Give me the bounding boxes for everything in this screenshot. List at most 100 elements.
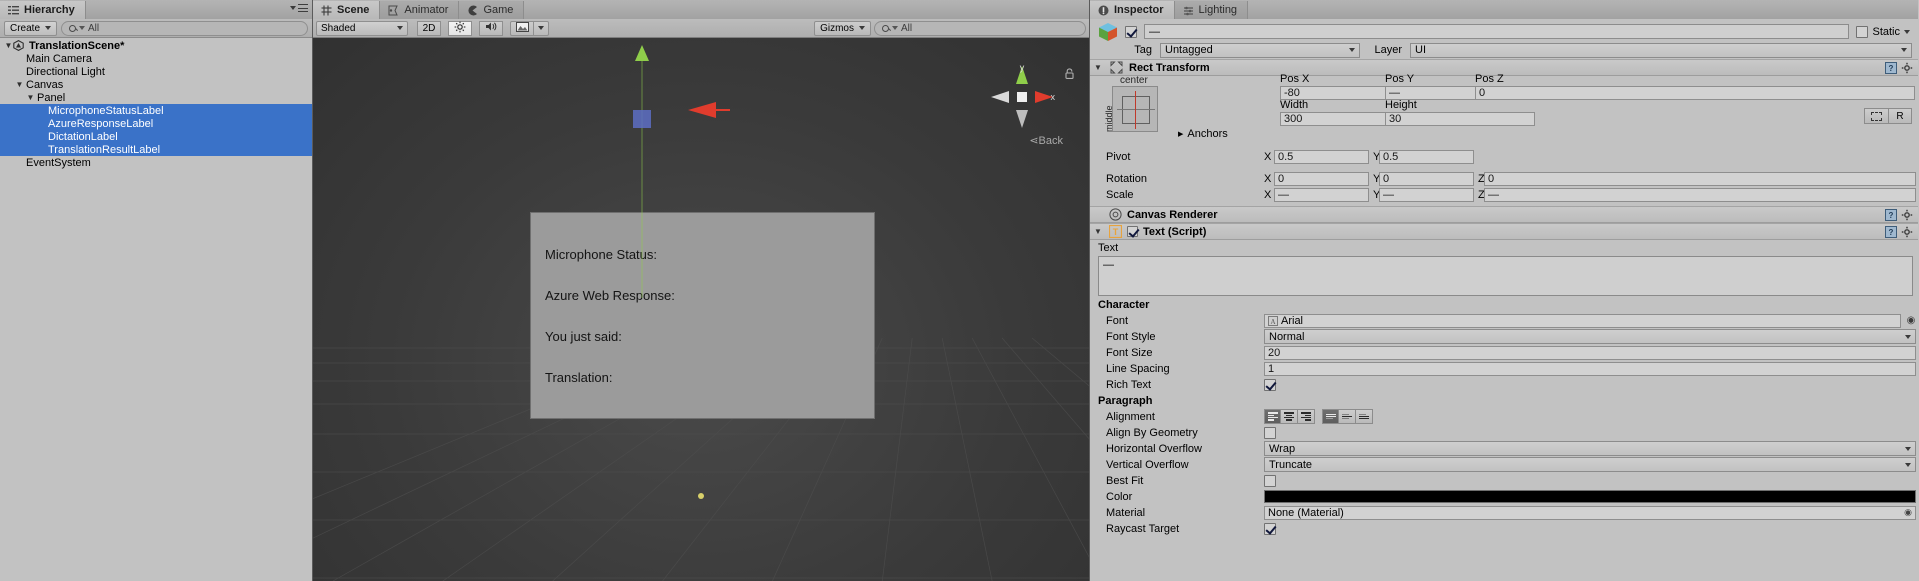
create-button[interactable]: Create (4, 20, 58, 36)
foldout-triangle-icon[interactable]: ▼ (1094, 227, 1104, 236)
move-tool-y-arrow-icon[interactable] (625, 45, 661, 81)
hierarchy-tree[interactable]: TranslationScene*Main CameraDirectional … (0, 38, 312, 581)
horizontal-alignment-group[interactable] (1264, 409, 1315, 424)
foldout-triangle-icon[interactable] (15, 80, 24, 89)
rotation-x-field[interactable]: 0 (1274, 171, 1369, 186)
hierarchy-item-main-camera[interactable]: Main Camera (0, 52, 312, 65)
font-style-dropdown[interactable]: Normal (1264, 329, 1916, 344)
chevron-down-icon (859, 26, 865, 30)
font-size-field[interactable]: 20 (1264, 345, 1916, 360)
align-top-button[interactable] (1322, 409, 1339, 424)
component-header-text-script[interactable]: ▼ T Text (Script) ? (1090, 223, 1918, 240)
static-toggle[interactable]: Static (1856, 25, 1914, 38)
rich-text-checkbox[interactable] (1264, 378, 1276, 391)
object-picker-icon[interactable]: ◉ (1904, 507, 1912, 518)
scene-axis-gizmo[interactable]: y x (989, 64, 1055, 130)
gameobject-enabled-checkbox[interactable] (1125, 25, 1137, 38)
help-icon[interactable]: ? (1885, 208, 1897, 221)
scene-audio-toggle[interactable] (479, 20, 503, 36)
raycast-target-checkbox[interactable] (1264, 522, 1276, 535)
align-bottom-button[interactable] (1356, 409, 1373, 424)
hierarchy-item-translationscene[interactable]: TranslationScene* (0, 39, 312, 52)
vertical-alignment-group[interactable] (1322, 409, 1373, 424)
gear-icon[interactable] (1901, 209, 1913, 221)
tag-dropdown[interactable]: Untagged (1160, 42, 1360, 58)
scene-lighting-toggle[interactable] (448, 20, 472, 36)
tab-scene[interactable]: Scene (313, 1, 381, 19)
scale-x-field[interactable]: — (1274, 187, 1369, 202)
hierarchy-item-canvas[interactable]: Canvas (0, 78, 312, 91)
scene-back-label[interactable]: ⋖Back (1029, 134, 1063, 147)
align-center-button[interactable] (1281, 409, 1298, 424)
align-middle-button[interactable] (1339, 409, 1356, 424)
pos-z-field[interactable]: 0 (1475, 86, 1915, 100)
tab-game[interactable]: Game (459, 1, 525, 19)
anchors-foldout[interactable]: ▶ Anchors (1178, 128, 1228, 140)
toggle-2d-button[interactable]: 2D (417, 20, 441, 36)
shading-mode-dropdown[interactable]: Shaded (316, 20, 408, 36)
layer-dropdown[interactable]: UI (1410, 42, 1912, 58)
component-header-canvas-renderer[interactable]: Canvas Renderer ? (1090, 206, 1918, 223)
padlock-icon[interactable] (1065, 68, 1074, 79)
help-icon[interactable]: ? (1885, 61, 1897, 74)
gear-icon[interactable] (1901, 62, 1913, 74)
hierarchy-search-input[interactable]: All (61, 20, 308, 36)
scene-effects-toggle[interactable] (510, 20, 534, 36)
hierarchy-item-microphonestatuslabel[interactable]: MicrophoneStatusLabel (0, 104, 312, 117)
search-filter-chevron-icon[interactable] (79, 26, 86, 30)
font-object-field[interactable]: A Arial (1264, 313, 1901, 328)
tab-animator[interactable]: Animator (380, 1, 460, 19)
material-object-field[interactable]: None (Material) ◉ (1264, 505, 1916, 520)
rotation-y-field[interactable]: 0 (1379, 171, 1474, 186)
chevron-down-icon[interactable] (1904, 29, 1910, 34)
tab-lighting[interactable]: Lighting (1174, 1, 1249, 19)
color-swatch[interactable] (1264, 490, 1916, 503)
hierarchy-item-panel[interactable]: Panel (0, 91, 312, 104)
hierarchy-item-azureresponselabel[interactable]: AzureResponseLabel (0, 117, 312, 130)
horizontal-overflow-dropdown[interactable]: Wrap (1264, 441, 1916, 456)
help-icon[interactable]: ? (1885, 225, 1897, 238)
vertical-overflow-dropdown[interactable]: Truncate (1264, 457, 1916, 472)
scene-effects-dropdown[interactable] (534, 20, 549, 36)
tab-hierarchy[interactable]: Hierarchy (0, 1, 86, 19)
scale-z-field[interactable]: — (1484, 187, 1916, 202)
text-value-textarea[interactable]: — (1098, 256, 1913, 296)
hierarchy-item-dictationlabel[interactable]: DictationLabel (0, 130, 312, 143)
foldout-triangle-icon[interactable] (4, 41, 13, 50)
hierarchy-item-directional-light[interactable]: Directional Light (0, 65, 312, 78)
line-spacing-field[interactable]: 1 (1264, 361, 1916, 376)
static-checkbox[interactable] (1856, 25, 1869, 38)
hierarchy-options-menu[interactable] (290, 4, 308, 12)
gameobject-name-field[interactable]: — (1144, 24, 1850, 39)
move-tool-center-handle[interactable] (633, 110, 651, 128)
pivot-x-field[interactable]: 0.5 (1274, 149, 1369, 164)
anchor-preset-widget[interactable] (1112, 86, 1158, 132)
ui-panel-preview[interactable]: Microphone Status: Azure Web Response: You… (530, 212, 875, 419)
gear-icon[interactable] (1901, 226, 1913, 238)
hierarchy-item-translationresultlabel[interactable]: TranslationResultLabel (0, 143, 312, 156)
gizmos-dropdown[interactable]: Gizmos (814, 20, 871, 36)
font-picker-icon[interactable]: ◉ (1904, 315, 1918, 326)
foldout-triangle-icon[interactable] (26, 93, 35, 102)
search-filter-chevron-icon[interactable] (892, 26, 898, 30)
hierarchy-tabbar: Hierarchy (0, 0, 312, 19)
align-left-button[interactable] (1264, 409, 1281, 424)
hierarchy-item-eventsystem[interactable]: EventSystem (0, 156, 312, 169)
blueprint-mode-button[interactable] (1864, 108, 1888, 124)
text-component-enabled-checkbox[interactable] (1127, 226, 1138, 237)
scale-y-field[interactable]: — (1379, 187, 1474, 202)
scene-viewport[interactable]: Microphone Status: Azure Web Response: You… (313, 38, 1089, 581)
height-field[interactable]: 30 (1385, 112, 1535, 126)
raw-edit-button[interactable]: R (1888, 108, 1912, 124)
scene-search-input[interactable]: All (874, 20, 1086, 36)
best-fit-checkbox[interactable] (1264, 474, 1276, 487)
align-by-geometry-checkbox[interactable] (1264, 426, 1276, 439)
inspector-body[interactable]: — Static Tag Untagged Layer UI ▼ Rect Tr… (1090, 19, 1918, 581)
rotation-z-field[interactable]: 0 (1484, 171, 1916, 186)
foldout-triangle-icon[interactable]: ▼ (1094, 63, 1104, 72)
align-right-button[interactable] (1298, 409, 1315, 424)
pivot-y-field[interactable]: 0.5 (1379, 149, 1474, 164)
component-header-rect-transform[interactable]: ▼ Rect Transform ? (1090, 59, 1918, 76)
move-tool-x-arrow-icon[interactable] (688, 100, 730, 122)
tab-inspector[interactable]: Inspector (1090, 1, 1175, 19)
